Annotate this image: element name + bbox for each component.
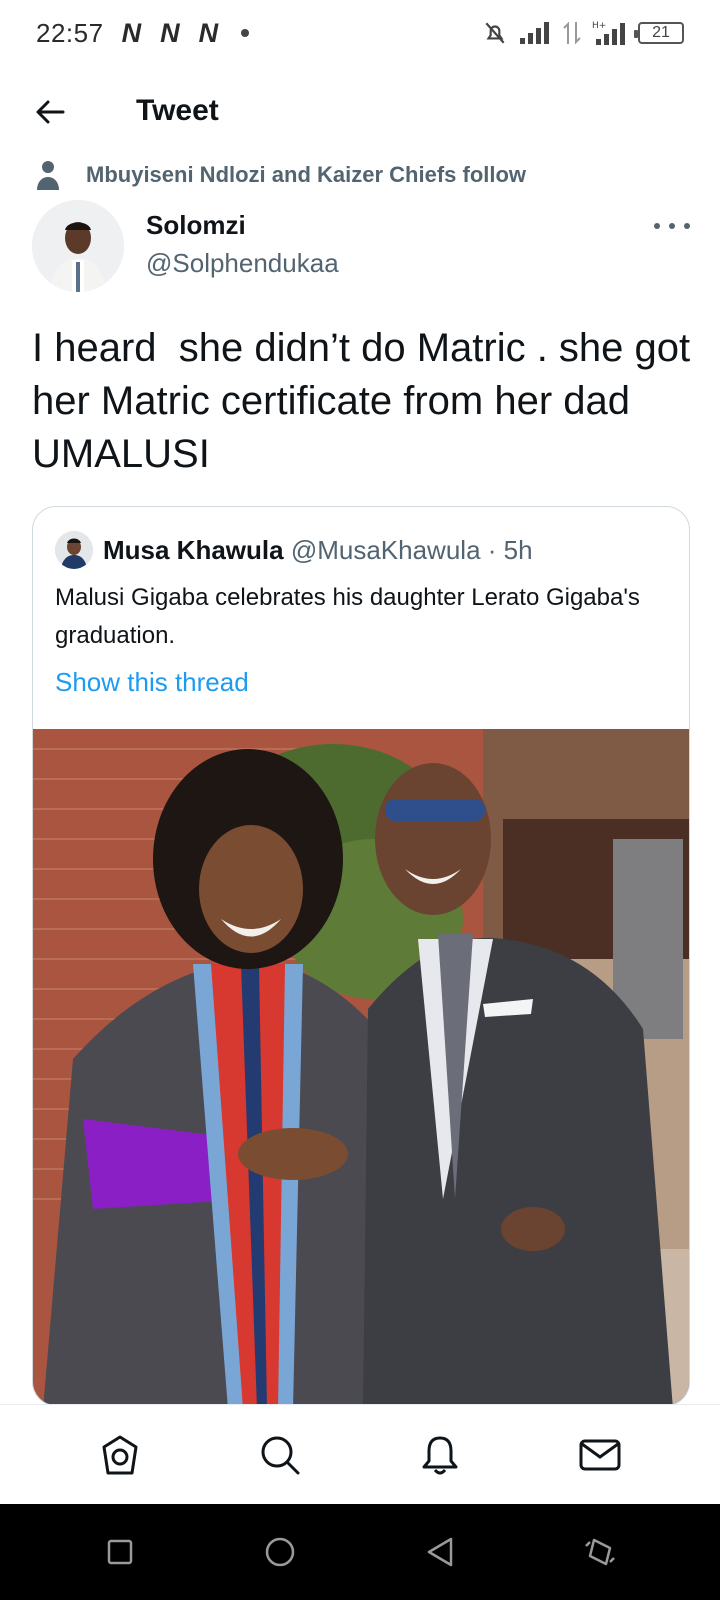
quote-time: 5h: [503, 535, 533, 565]
notification-icon: N: [121, 17, 143, 48]
status-time: 22:57: [36, 17, 104, 48]
social-context-text: Mbuyiseni Ndlozi and Kaizer Chiefs follo…: [86, 162, 527, 187]
more-options-button[interactable]: [654, 214, 690, 238]
notifications-tab[interactable]: [416, 1431, 464, 1479]
battery-icon: 21: [634, 22, 684, 44]
social-context[interactable]: Mbuyiseni Ndlozi and Kaizer Chiefs follo…: [36, 160, 526, 190]
circle-icon: [265, 1537, 295, 1567]
search-tab[interactable]: [256, 1431, 304, 1479]
bottom-navigation: [0, 1404, 720, 1504]
notification-icon: N: [198, 17, 220, 48]
system-back-button[interactable]: [420, 1532, 460, 1572]
mail-icon: [579, 1439, 621, 1470]
page-title: Tweet: [136, 94, 219, 127]
dot: [684, 223, 690, 229]
more-notifications-dot: [241, 29, 250, 37]
dot: [654, 223, 660, 229]
home-icon: [102, 1435, 138, 1474]
home-tab[interactable]: [96, 1431, 144, 1479]
author-handle[interactable]: @Solphendukaa: [146, 248, 339, 279]
author-name[interactable]: Solomzi: [146, 210, 246, 241]
square-icon: [107, 1539, 133, 1565]
mute-icon: [485, 22, 505, 44]
quote-author-avatar: [55, 531, 93, 569]
rotate-button[interactable]: [580, 1532, 620, 1572]
notification-icon: N: [160, 17, 181, 48]
signal-hplus-icon: H+: [592, 21, 625, 45]
quote-photo[interactable]: [33, 729, 689, 1405]
messages-tab[interactable]: [576, 1431, 624, 1479]
search-icon: [261, 1436, 300, 1474]
system-navigation-bar: [0, 1504, 720, 1600]
dot: [669, 223, 675, 229]
bell-icon: [422, 1436, 458, 1474]
rotate-icon: [585, 1538, 615, 1566]
quote-header: Musa Khawula @MusaKhawula · 5h: [103, 535, 533, 566]
graduation-photo: [33, 729, 689, 1405]
home-button[interactable]: [260, 1532, 300, 1572]
arrow-left-icon: [36, 100, 65, 124]
top-app-bar: Tweet: [0, 76, 720, 148]
show-thread-link[interactable]: Show this thread: [55, 667, 249, 698]
avatar-image: [32, 200, 124, 292]
quote-avatar-image: [55, 531, 93, 569]
back-triangle-icon: [427, 1537, 453, 1567]
svg-text:H+: H+: [592, 21, 606, 31]
quote-author-handle: @MusaKhawula: [290, 535, 481, 565]
quote-text: Malusi Gigaba celebrates his daughter Le…: [55, 584, 640, 649]
signal-icon: [520, 22, 549, 44]
battery-level: 21: [652, 24, 670, 41]
back-button[interactable]: [30, 92, 70, 132]
quote-tweet-card[interactable]: Musa Khawula @MusaKhawula · 5h Malusi Gi…: [32, 506, 690, 1406]
person-icon: [37, 161, 59, 190]
quote-separator: ·: [480, 535, 504, 565]
data-transfer-icon: [563, 21, 581, 45]
tweet-text: I heard she didn’t do Matric . she got h…: [32, 326, 702, 476]
recents-button[interactable]: [100, 1532, 140, 1572]
quote-author-name: Musa Khawula: [103, 535, 284, 565]
author-avatar[interactable]: [32, 200, 124, 292]
status-bar: 22:57 N N N H+ 21: [0, 0, 720, 66]
